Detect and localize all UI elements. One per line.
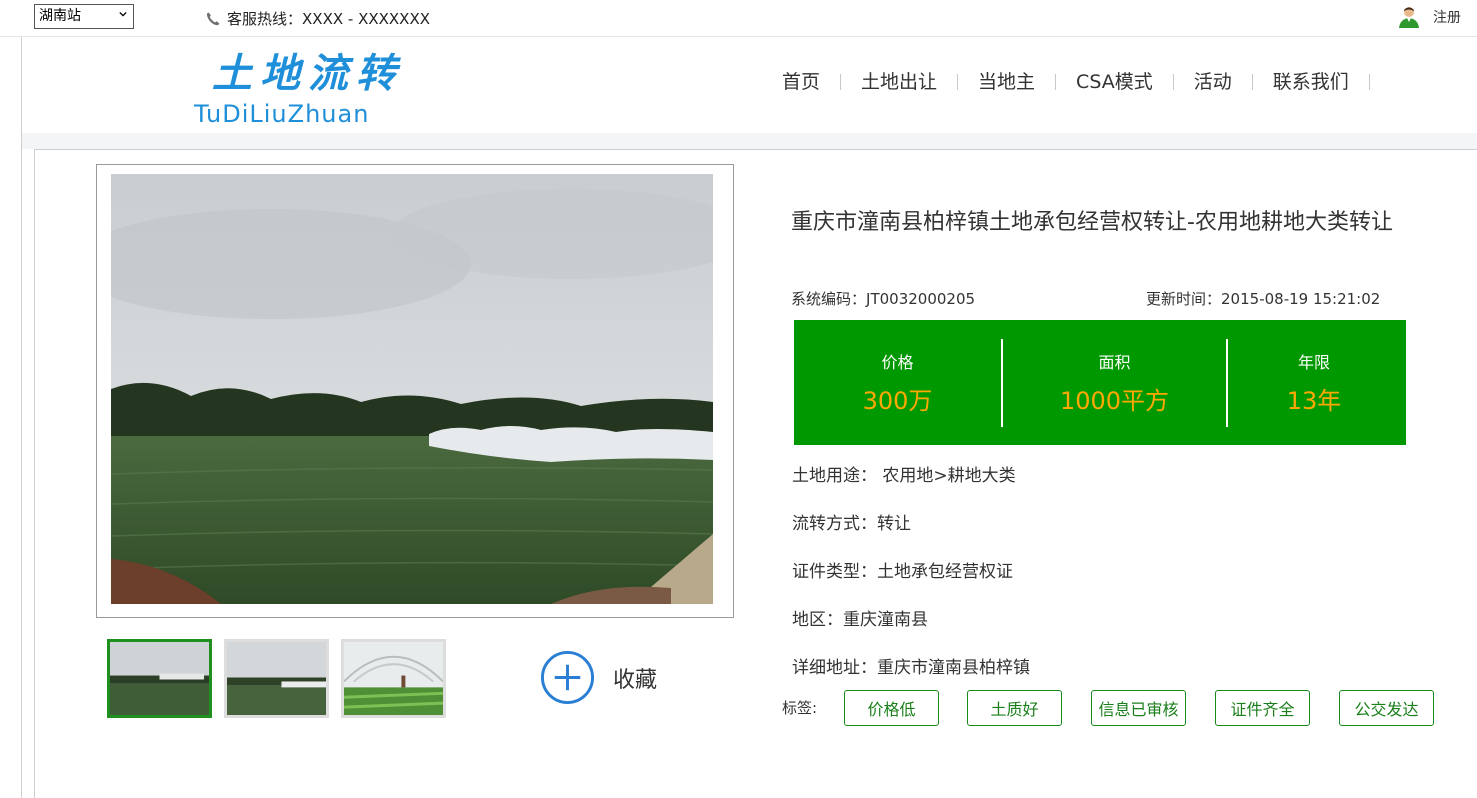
farmland-photo	[111, 174, 713, 604]
listing-stats-panel: 价格 300万 面积 1000平方 年限 13年	[794, 320, 1406, 445]
station-select-value: 湖南站	[39, 8, 81, 24]
site-header: 土地流转 TuDiLiuZhuan 首页 土地出让 当地主 CSA模式 活动 联…	[22, 37, 1477, 133]
nav-home[interactable]: 首页	[762, 69, 840, 95]
system-code-value: JT0032000205	[866, 290, 976, 308]
main-nav: 首页 土地出让 当地主 CSA模式 活动 联系我们	[762, 69, 1370, 95]
tags-label: 标签:	[782, 699, 818, 717]
region-value: 重庆潼南县	[843, 610, 928, 630]
certificate-type-label: 证件类型：	[792, 562, 877, 582]
nav-csa-mode[interactable]: CSA模式	[1056, 69, 1173, 95]
system-code-label: 系统编码：	[791, 290, 867, 308]
phone-icon	[206, 12, 220, 25]
nav-contact-us[interactable]: 联系我们	[1253, 69, 1369, 95]
update-time-value: 2015-08-19 15:21:02	[1221, 290, 1381, 308]
area-label: 面积	[1098, 353, 1131, 372]
user-avatar-icon	[1399, 7, 1419, 28]
transfer-method: 流转方式：转让	[792, 509, 911, 534]
station-select[interactable]: 湖南站	[34, 4, 134, 29]
address-label: 详细地址：	[792, 658, 877, 678]
thumbnail-2-image	[227, 642, 326, 715]
top-bar: 湖南站 客服热线： XXXX - XXXXXXX 注册	[0, 0, 1477, 37]
thumbnail-1-image	[110, 642, 209, 715]
hotline-number: XXXX - XXXXXXX	[302, 9, 430, 28]
favorite-label: 收藏	[613, 667, 658, 693]
thumbnail-2[interactable]	[224, 639, 329, 718]
hotline-label: 客服热线：	[227, 10, 303, 28]
region: 地区：重庆潼南县	[792, 605, 928, 630]
transfer-method-label: 流转方式：	[792, 514, 877, 534]
area-stat: 面积 1000平方	[1003, 320, 1226, 445]
region-label: 地区：	[792, 610, 843, 630]
register-label: 注册	[1433, 10, 1461, 26]
price-stat: 价格 300万	[794, 320, 1001, 445]
photo-thumbnails	[107, 639, 458, 718]
main-land-photo[interactable]	[111, 174, 713, 604]
nav-land-transfer[interactable]: 土地出让	[841, 69, 957, 95]
tag-public-transport[interactable]: 公交发达	[1339, 690, 1434, 726]
thumbnail-3[interactable]	[341, 639, 446, 718]
tag-low-price[interactable]: 价格低	[844, 690, 939, 726]
term-label: 年限	[1297, 353, 1330, 372]
customer-hotline: 客服热线： XXXX - XXXXXXX	[205, 8, 430, 29]
update-time: 更新时间：2015-08-19 15:21:02	[1146, 288, 1380, 309]
thumbnail-3-image	[344, 642, 443, 715]
logo-english-text: TuDiLiuZhuan	[194, 100, 370, 128]
term-stat: 年限 13年	[1228, 320, 1400, 445]
main-photo-frame	[96, 164, 734, 618]
thumbnail-1[interactable]	[107, 639, 212, 718]
certificate-type-value: 土地承包经营权证	[877, 562, 1013, 582]
certificate-type: 证件类型：土地承包经营权证	[792, 557, 1013, 582]
nav-landlord[interactable]: 当地主	[958, 69, 1055, 95]
price-label: 价格	[881, 353, 914, 372]
price-value: 300万	[862, 387, 933, 415]
address-value: 重庆市潼南县柏梓镇	[877, 658, 1030, 678]
register-link[interactable]: 注册	[1397, 5, 1461, 29]
land-use-value: 农用地>耕地大类	[882, 466, 1016, 486]
land-use-label: 土地用途：	[792, 466, 877, 486]
transfer-method-value: 转让	[877, 514, 911, 534]
tag-verified[interactable]: 信息已审核	[1091, 690, 1186, 726]
favorite-button[interactable]: 收藏	[540, 650, 657, 705]
update-time-label: 更新时间：	[1146, 290, 1222, 308]
term-value: 13年	[1286, 387, 1342, 415]
nav-divider	[1368, 74, 1370, 90]
chevron-down-icon	[119, 11, 127, 17]
nav-activities[interactable]: 活动	[1174, 69, 1252, 95]
tag-good-soil[interactable]: 土质好	[967, 690, 1062, 726]
tag-complete-documents[interactable]: 证件齐全	[1215, 690, 1310, 726]
plus-circle-icon	[540, 650, 595, 705]
system-code: 系统编码：JT0032000205	[791, 288, 975, 309]
listing-title: 重庆市潼南县柏梓镇土地承包经营权转让-农用地耕地大类转让	[791, 210, 1393, 235]
area-value: 1000平方	[1059, 387, 1170, 415]
logo-chinese-text: 土地流转	[212, 50, 404, 97]
land-use: 土地用途： 农用地>耕地大类	[792, 461, 1016, 486]
detailed-address: 详细地址：重庆市潼南县柏梓镇	[792, 653, 1030, 678]
site-logo[interactable]: 土地流转 TuDiLiuZhuan	[194, 50, 404, 128]
header-divider-band	[22, 133, 1477, 149]
